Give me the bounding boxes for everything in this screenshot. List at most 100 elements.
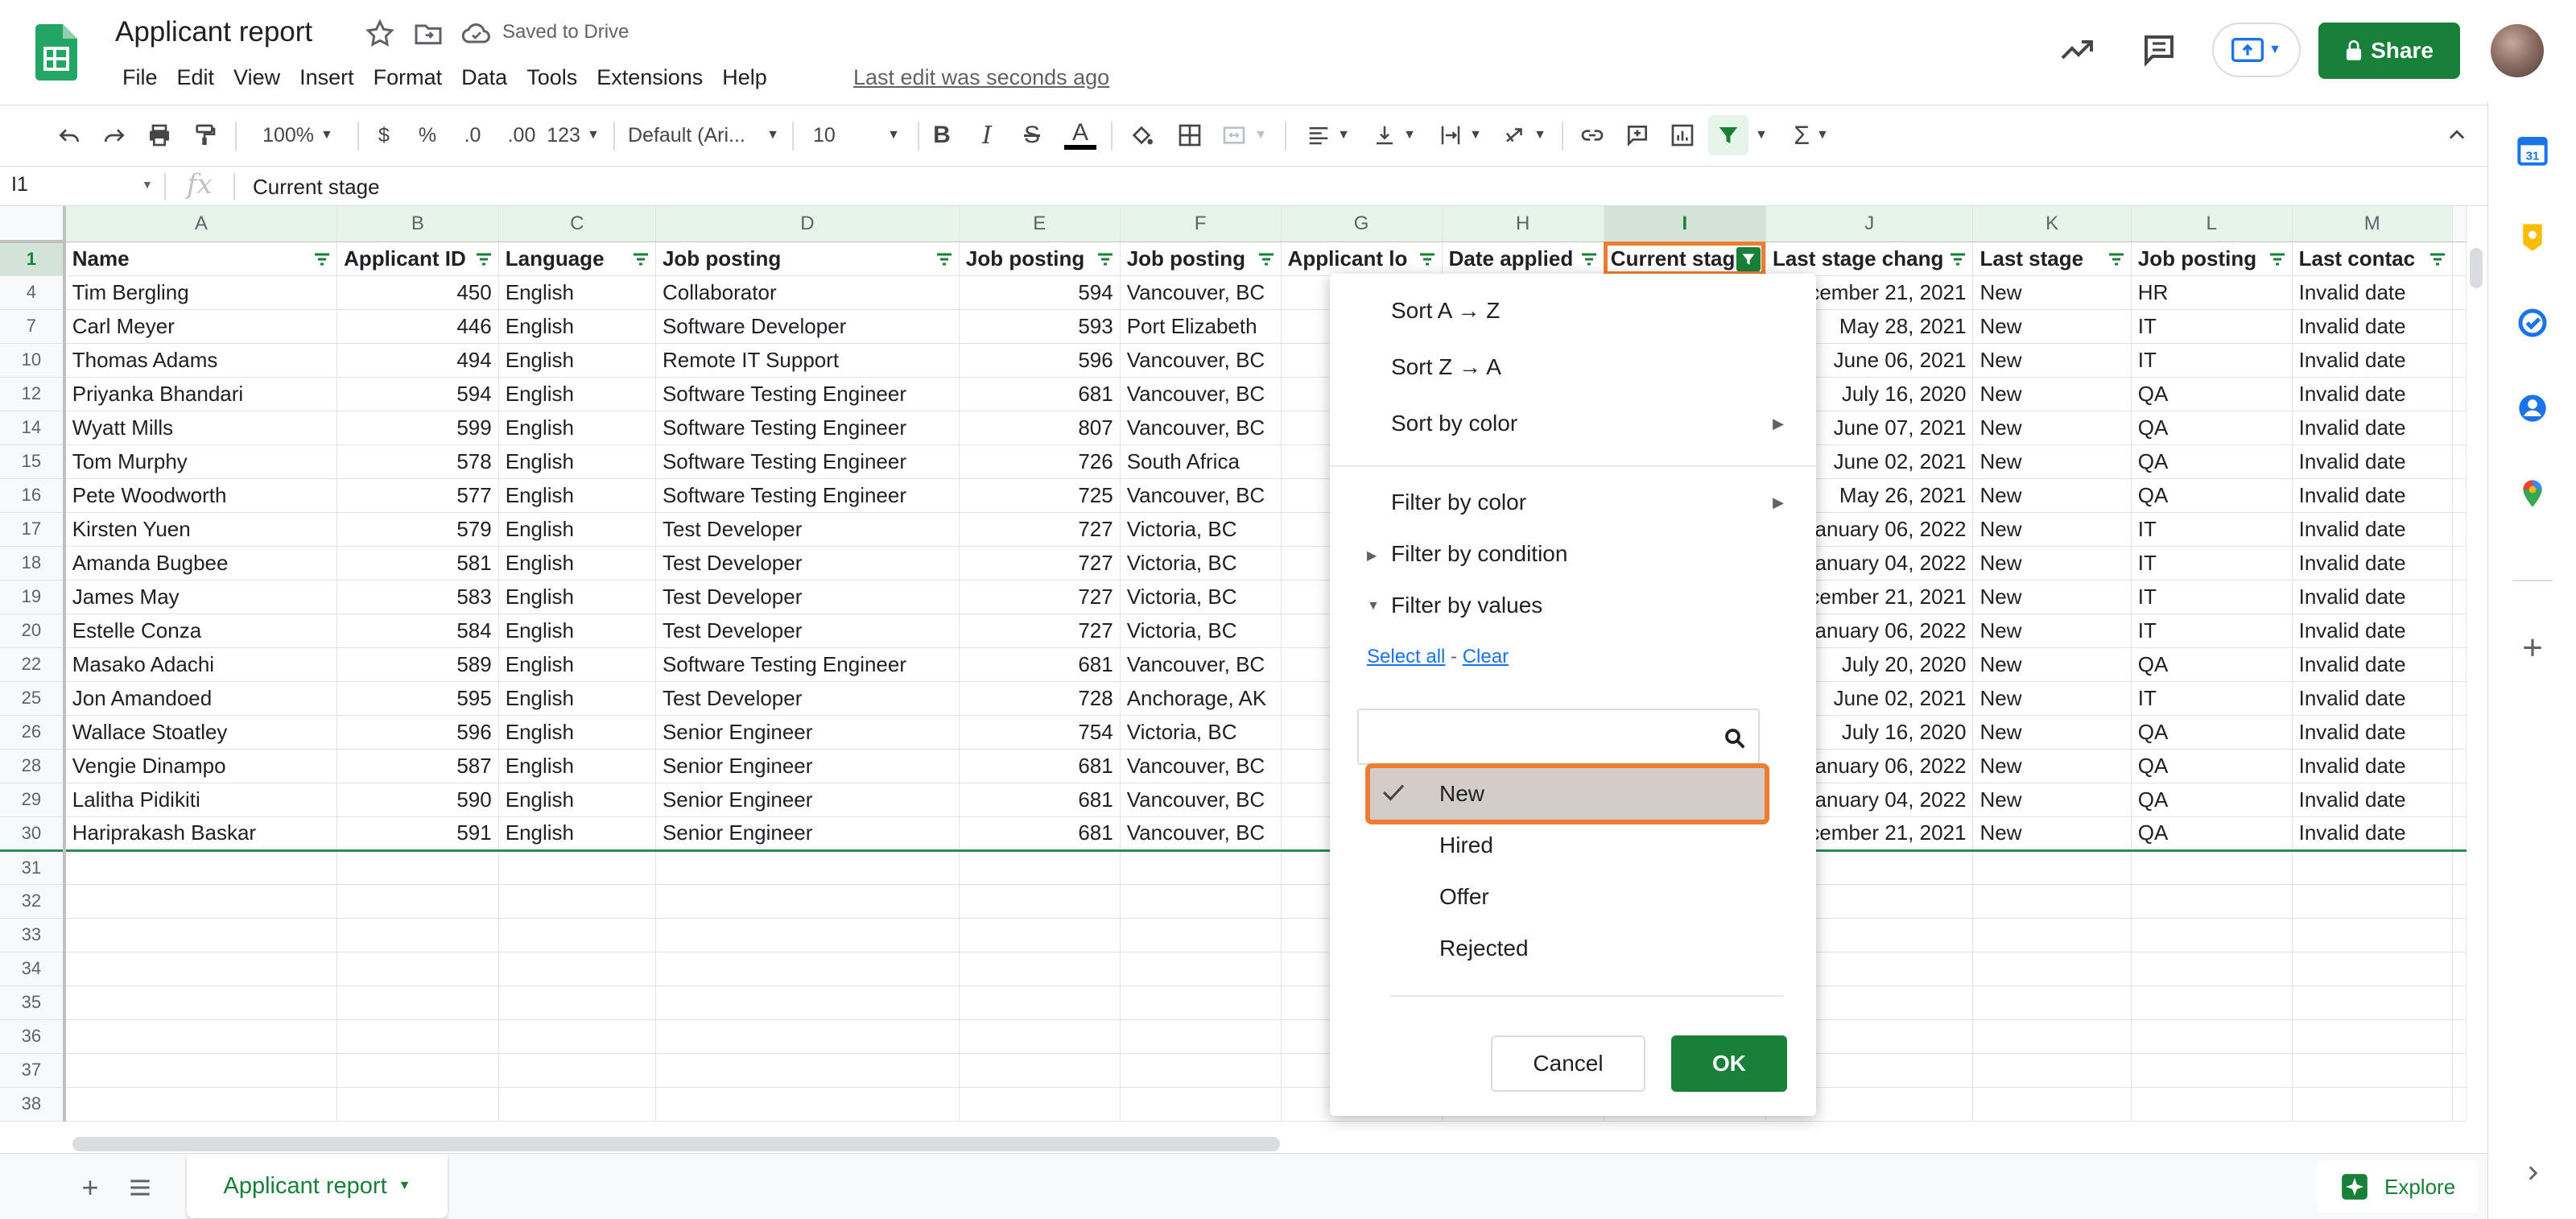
cell-e[interactable]: 594: [959, 275, 1121, 310]
merge-cells-icon[interactable]: ▼: [1216, 115, 1272, 155]
menu-data[interactable]: Data: [452, 63, 517, 92]
cell-b[interactable]: 594: [336, 377, 499, 411]
empty-cell[interactable]: [336, 850, 499, 885]
empty-cell[interactable]: [336, 1019, 499, 1054]
cloud-saved-icon[interactable]: [460, 18, 493, 50]
chevron-down-icon[interactable]: ▼: [142, 178, 153, 191]
cell-d[interactable]: Software Testing Engineer: [655, 444, 960, 479]
empty-cell[interactable]: [2452, 1053, 2467, 1088]
cell-b[interactable]: 596: [336, 715, 499, 750]
row-header[interactable]: 28: [0, 749, 66, 783]
value-option-new[interactable]: New: [1365, 763, 1769, 824]
column-header-d[interactable]: D: [655, 206, 960, 242]
empty-cell[interactable]: [1972, 850, 2132, 885]
cell-a[interactable]: Priyanka Bhandari: [64, 377, 338, 411]
empty-cell[interactable]: [498, 850, 656, 885]
sheets-logo-icon[interactable]: [35, 24, 77, 81]
comment-icon[interactable]: [2140, 31, 2178, 69]
filter-list-icon[interactable]: [631, 252, 650, 267]
empty-cell[interactable]: [2452, 850, 2467, 885]
cell-m[interactable]: Invalid date: [2292, 614, 2454, 648]
cell-b[interactable]: 589: [336, 647, 499, 682]
cell-d[interactable]: Test Developer: [655, 580, 960, 614]
select-all-corner[interactable]: [0, 206, 66, 243]
cell-m[interactable]: Invalid date: [2292, 749, 2454, 783]
empty-cell[interactable]: [336, 1053, 499, 1088]
cell-d[interactable]: Test Developer: [655, 512, 960, 547]
cell-e[interactable]: 728: [959, 681, 1121, 716]
column-header-i[interactable]: I: [1604, 206, 1766, 242]
row-header[interactable]: 25: [0, 681, 66, 716]
empty-cell[interactable]: [1972, 918, 2132, 952]
cell-d[interactable]: Test Developer: [655, 614, 960, 648]
explore-button[interactable]: Explore: [2317, 1160, 2478, 1213]
cell-m[interactable]: Invalid date: [2292, 546, 2454, 581]
empty-cell[interactable]: [2452, 986, 2467, 1020]
trend-icon[interactable]: [2058, 31, 2096, 69]
row-header[interactable]: 37: [0, 1053, 66, 1088]
menu-format[interactable]: Format: [364, 63, 452, 92]
cell-e[interactable]: 681: [959, 377, 1121, 411]
cell-m[interactable]: Invalid date: [2292, 444, 2454, 479]
cell-m[interactable]: Invalid date: [2292, 411, 2454, 445]
cell-m[interactable]: Invalid date: [2292, 681, 2454, 716]
empty-cell[interactable]: [2292, 884, 2454, 919]
cell-m[interactable]: Invalid date: [2292, 309, 2454, 344]
cell-k[interactable]: New: [1972, 783, 2132, 817]
empty-cell[interactable]: [959, 952, 1121, 986]
cell-c[interactable]: English: [498, 444, 656, 479]
sort-z-a-option[interactable]: Sort Z → A: [1391, 354, 1501, 380]
vertical-scrollbar[interactable]: [2470, 248, 2483, 288]
horizontal-align-icon[interactable]: ▼: [1302, 115, 1354, 155]
cell-a[interactable]: Kirsten Yuen: [64, 512, 338, 547]
cell-k[interactable]: New: [1972, 275, 2132, 310]
filter-list-icon[interactable]: [935, 252, 954, 267]
header-cell-e[interactable]: Job posting: [959, 242, 1121, 276]
cell-l[interactable]: QA: [2131, 647, 2293, 682]
cell-b[interactable]: 579: [336, 512, 499, 547]
cell-e[interactable]: 727: [959, 546, 1121, 581]
row-header[interactable]: 14: [0, 411, 66, 445]
cell-e[interactable]: 681: [959, 783, 1121, 817]
filter-list-icon[interactable]: [1948, 252, 1967, 267]
menu-view[interactable]: View: [224, 63, 290, 92]
cell-f[interactable]: Victoria, BC: [1120, 512, 1282, 547]
last-edit-link[interactable]: Last edit was seconds ago: [853, 63, 1109, 92]
cell-d[interactable]: Senior Engineer: [655, 816, 960, 852]
font-size-select[interactable]: 10 ▼: [808, 115, 905, 155]
cell-b[interactable]: 577: [336, 478, 499, 513]
empty-cell[interactable]: [2131, 1053, 2293, 1088]
cell-b[interactable]: 450: [336, 275, 499, 310]
cell-k[interactable]: New: [1972, 681, 2132, 716]
cell-m[interactable]: Invalid date: [2292, 343, 2454, 378]
cell-k[interactable]: New: [1972, 512, 2132, 547]
increase-decimal-button[interactable]: .00: [497, 115, 546, 155]
empty-cell[interactable]: [959, 884, 1121, 919]
empty-cell[interactable]: [2292, 1087, 2454, 1122]
select-all-link[interactable]: Select all: [1367, 646, 1445, 667]
cell-a[interactable]: Estelle Conza: [64, 614, 338, 648]
zoom-select[interactable]: 100% ▼: [250, 115, 346, 155]
star-icon[interactable]: [364, 18, 396, 50]
cell-d[interactable]: Test Developer: [655, 546, 960, 581]
row-header[interactable]: 22: [0, 647, 66, 682]
cell-e[interactable]: 727: [959, 512, 1121, 547]
empty-cell[interactable]: [336, 1087, 499, 1122]
empty-cell[interactable]: [959, 986, 1121, 1020]
empty-cell[interactable]: [2452, 1087, 2467, 1122]
cell-c[interactable]: English: [498, 749, 656, 783]
empty-cell[interactable]: [1120, 952, 1282, 986]
column-header-c[interactable]: C: [498, 206, 656, 242]
fill-color-icon[interactable]: [1122, 115, 1161, 155]
currency-format-button[interactable]: $: [367, 115, 401, 155]
cell-e[interactable]: 681: [959, 647, 1121, 682]
cell-l[interactable]: IT: [2131, 546, 2293, 581]
cell-d[interactable]: Senior Engineer: [655, 749, 960, 783]
empty-cell[interactable]: [2131, 1087, 2293, 1122]
empty-cell[interactable]: [2131, 918, 2293, 952]
menu-insert[interactable]: Insert: [290, 63, 364, 92]
ok-button[interactable]: OK: [1671, 1035, 1787, 1092]
cell-b[interactable]: 595: [336, 681, 499, 716]
sort-a-z-option[interactable]: Sort A → Z: [1391, 298, 1500, 324]
cell-c[interactable]: English: [498, 478, 656, 513]
